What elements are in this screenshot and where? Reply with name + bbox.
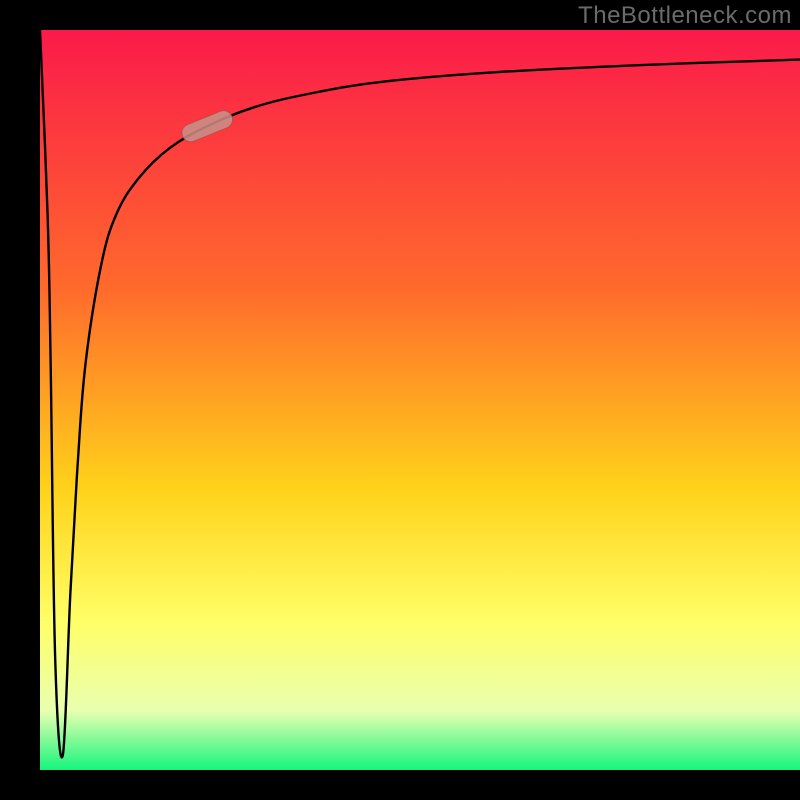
plot-area — [40, 30, 800, 770]
gradient-background — [40, 30, 800, 770]
chart-container: TheBottleneck.com — [0, 0, 800, 800]
watermark-text: TheBottleneck.com — [578, 2, 792, 30]
